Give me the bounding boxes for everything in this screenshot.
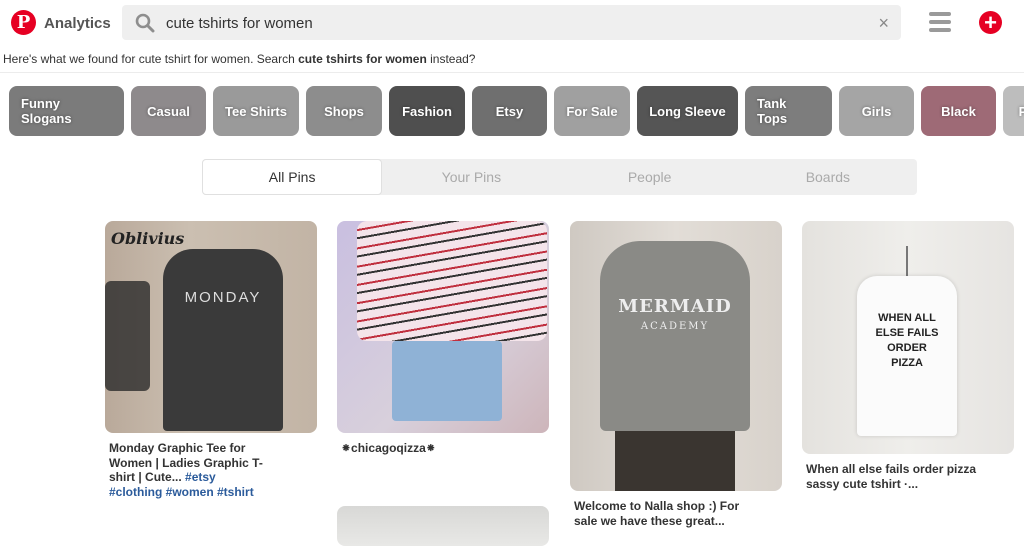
tshirt-graphic: MERMAID ACADEMY xyxy=(600,241,750,431)
notice-text: Here's what we found for cute tshirt for… xyxy=(3,52,299,66)
sneakers xyxy=(105,281,150,391)
menu-icon[interactable] xyxy=(929,12,951,32)
pin-card[interactable]: Oblivius MONDAY Monday Graphic Tee for W… xyxy=(105,221,317,499)
chip-casual[interactable]: Casual xyxy=(131,86,206,136)
tab-people[interactable]: People xyxy=(561,159,739,195)
suggestion-link[interactable]: cute tshirts for women xyxy=(298,52,427,66)
brand-caption: Oblivius xyxy=(111,229,185,248)
shirt-print: WHEN ALL ELSE FAILS ORDER PIZZA xyxy=(875,312,939,369)
search-icon xyxy=(135,13,155,33)
dark-pants xyxy=(615,431,735,491)
shirt-print-sub: ACADEMY xyxy=(640,321,710,332)
shirt-print: MONDAY xyxy=(184,289,262,306)
pin-card[interactable]: MERMAID ACADEMY Welcome to Nalla shop :)… xyxy=(570,221,782,528)
pin-description: ⁕chicagoqizza⁕ xyxy=(341,441,436,455)
chip-funny-slogans[interactable]: Funny Slogans xyxy=(9,86,124,136)
chip-fashion[interactable]: Fashion xyxy=(389,86,465,136)
add-pin-icon[interactable]: + xyxy=(979,11,1002,34)
search-notice: Here's what we found for cute tshirt for… xyxy=(3,52,475,66)
pin-image[interactable]: MERMAID ACADEMY xyxy=(570,221,782,491)
chip-long-sleeve[interactable]: Long Sleeve xyxy=(637,86,738,136)
pin-card[interactable]: ⁕chicagoqizza⁕ xyxy=(337,221,549,456)
search-input[interactable]: cute tshirts for women xyxy=(166,15,313,32)
hanger xyxy=(906,246,908,276)
top-header: P Analytics cute tshirts for women × + xyxy=(0,0,1024,46)
shirt-print: MERMAID xyxy=(618,296,732,317)
tshirt-graphic: WHEN ALL ELSE FAILS ORDER PIZZA xyxy=(857,276,957,436)
pin-card[interactable]: WHEN ALL ELSE FAILS ORDER PIZZA When all… xyxy=(802,221,1014,491)
tab-your-pins[interactable]: Your Pins xyxy=(382,159,560,195)
guided-search-chips: Funny Slogans Casual Tee Shirts Shops Fashio… xyxy=(9,86,1024,136)
pin-image[interactable] xyxy=(337,506,549,546)
chip-etsy[interactable]: Etsy xyxy=(472,86,547,136)
pin-description: Monday Graphic Tee for Women | Ladies Gr… xyxy=(105,441,265,499)
pin-filter-tabs: All Pins Your Pins People Boards xyxy=(202,159,917,195)
notice-suffix: instead? xyxy=(426,52,476,66)
chip-p[interactable]: P xyxy=(1003,86,1024,136)
chip-shops[interactable]: Shops xyxy=(306,86,382,136)
chip-black[interactable]: Black xyxy=(921,86,996,136)
striped-shirt xyxy=(357,221,547,341)
chip-tee-shirts[interactable]: Tee Shirts xyxy=(213,86,299,136)
pin-description: When all else fails order pizza sassy cu… xyxy=(806,462,977,491)
search-bar[interactable]: cute tshirts for women × xyxy=(122,5,901,40)
chip-girls[interactable]: Girls xyxy=(839,86,914,136)
pinterest-logo-icon[interactable]: P xyxy=(11,10,36,35)
tab-all-pins[interactable]: All Pins xyxy=(202,159,383,195)
analytics-link[interactable]: Analytics xyxy=(44,15,111,32)
pin-description: Welcome to Nalla shop :) For sale we hav… xyxy=(574,499,740,528)
denim-shorts xyxy=(392,341,502,421)
chip-for-sale[interactable]: For Sale xyxy=(554,86,630,136)
pin-image[interactable]: WHEN ALL ELSE FAILS ORDER PIZZA xyxy=(802,221,1014,454)
divider xyxy=(0,72,1024,73)
pin-image[interactable]: Oblivius MONDAY xyxy=(105,221,317,433)
pin-card[interactable] xyxy=(337,506,549,546)
chip-tank-tops[interactable]: Tank Tops xyxy=(745,86,832,136)
pin-image[interactable] xyxy=(337,221,549,433)
clear-search-icon[interactable]: × xyxy=(878,13,889,34)
tshirt-graphic: MONDAY xyxy=(163,249,283,431)
tab-boards[interactable]: Boards xyxy=(739,159,917,195)
